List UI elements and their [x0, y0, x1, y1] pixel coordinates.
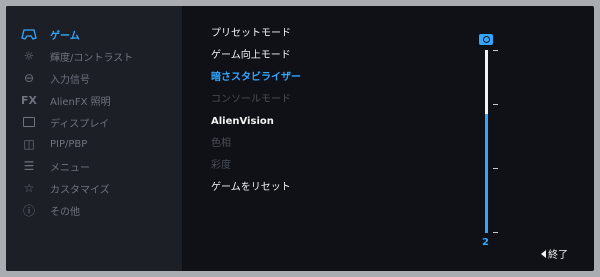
slider-tick	[493, 50, 498, 51]
menu-item-label: ゲーム	[50, 30, 80, 42]
menu-item-menu[interactable]: ☰ メニュー	[20, 157, 90, 175]
gamepad-icon	[20, 27, 38, 41]
submenu-hue: 色相	[211, 138, 231, 149]
menu-list-icon: ☰	[23, 159, 35, 173]
brightness-icon: ☼	[23, 49, 35, 63]
slider-tick	[493, 168, 498, 169]
input-icon: ⊖	[23, 71, 35, 85]
submenu-dark-stabilizer[interactable]: 暗さスタビライザー	[211, 69, 301, 87]
menu-item-game[interactable]: ゲーム	[20, 25, 80, 43]
menu-item-label: ディスプレイ	[50, 118, 110, 130]
menu-item-label: メニュー	[50, 162, 90, 174]
exit-button[interactable]: 終了	[541, 246, 568, 261]
osd-screen: ゲーム ☼ 輝度/コントラスト ⊖ 入力信号 FX AlienFX 照明 ディス…	[6, 6, 594, 271]
info-icon: ⓘ	[22, 203, 35, 218]
menu-item-brightness-contrast[interactable]: ☼ 輝度/コントラスト	[20, 47, 134, 65]
menu-item-label: 輝度/コントラスト	[50, 52, 134, 64]
main-menu-panel: ゲーム ☼ 輝度/コントラスト ⊖ 入力信号 FX AlienFX 照明 ディス…	[6, 6, 182, 271]
slider-tick	[493, 104, 498, 105]
menu-item-label: PIP/PBP	[50, 138, 88, 150]
star-icon: ☆	[23, 181, 35, 195]
pip-icon: ◫	[23, 137, 35, 151]
menu-item-alienfx[interactable]: FX AlienFX 照明	[20, 91, 111, 109]
fx-icon: FX	[21, 93, 37, 107]
back-arrow-icon	[541, 249, 546, 258]
menu-item-label: その他	[50, 206, 80, 218]
submenu-reset-game[interactable]: ゲームをリセット	[211, 179, 291, 197]
slider-tick	[493, 232, 498, 233]
menu-item-label: 入力信号	[50, 74, 90, 86]
menu-item-pip-pbp[interactable]: ◫ PIP/PBP	[20, 135, 87, 153]
monitor-icon	[20, 115, 38, 129]
submenu-console-mode: コンソールモード	[211, 94, 291, 105]
menu-item-label: カスタマイズ	[50, 184, 110, 196]
level-slider-fill	[485, 114, 488, 233]
menu-item-customize[interactable]: ☆ カスタマイズ	[20, 179, 110, 197]
menu-item-display[interactable]: ディスプレイ	[20, 113, 109, 131]
menu-item-label: AlienFX 照明	[50, 96, 111, 108]
submenu-saturation: 彩度	[211, 160, 231, 171]
submenu-game-enhance-mode[interactable]: ゲーム向上モード	[211, 47, 291, 65]
slider-value: 2	[482, 237, 489, 248]
submenu-alienvision[interactable]: AlienVision	[211, 113, 274, 131]
submenu-preset-mode[interactable]: プリセットモード	[211, 25, 291, 43]
exit-label: 終了	[548, 250, 568, 261]
menu-item-others[interactable]: ⓘ その他	[20, 201, 80, 219]
menu-item-input-source[interactable]: ⊖ 入力信号	[20, 69, 90, 87]
dark-stabilizer-icon	[479, 34, 493, 45]
